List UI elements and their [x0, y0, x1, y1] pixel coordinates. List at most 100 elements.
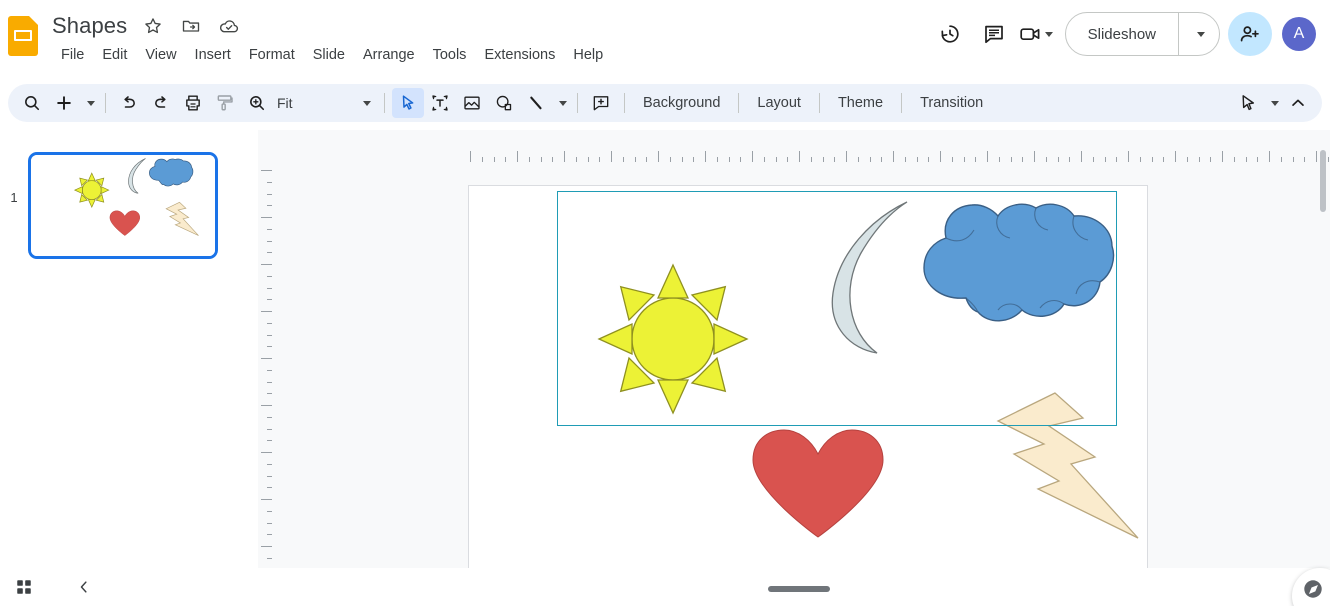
ruler-tick — [261, 217, 272, 218]
vertical-ruler[interactable] — [258, 148, 272, 606]
ruler-tick — [1092, 157, 1094, 162]
explore-button[interactable] — [1292, 568, 1330, 606]
share-button[interactable] — [1228, 12, 1272, 56]
comment-history-icon[interactable] — [972, 12, 1016, 56]
menu-arrange[interactable]: Arrange — [354, 42, 424, 68]
collapse-toolbar-icon[interactable] — [1282, 88, 1314, 118]
grid-view-icon[interactable] — [8, 571, 40, 603]
slideshow-options-button[interactable] — [1179, 13, 1219, 55]
zoom-level-dropdown[interactable]: Fit — [273, 88, 377, 118]
lightning-bolt-shape[interactable] — [996, 392, 1141, 540]
slide-thumbnail-1[interactable] — [28, 152, 218, 259]
transition-button[interactable]: Transition — [909, 88, 994, 118]
add-comment-icon[interactable] — [585, 88, 617, 118]
menu-extensions[interactable]: Extensions — [475, 42, 564, 68]
ruler-tick — [810, 157, 812, 162]
paint-format-icon[interactable] — [209, 88, 241, 118]
meet-caret-icon — [1044, 31, 1053, 37]
zoom-icon[interactable] — [241, 88, 273, 118]
ruler-tick — [1327, 157, 1329, 162]
line-icon[interactable] — [520, 88, 552, 118]
ruler-tick — [658, 151, 659, 162]
slides-app: Shapes File Edit View Insert Format Slid… — [0, 0, 1330, 606]
ruler-tick — [1292, 157, 1294, 162]
version-history-icon[interactable] — [928, 12, 972, 56]
ruler-tick — [1139, 157, 1141, 162]
ruler-tick — [1210, 157, 1212, 162]
filmstrip-row: 1 — [0, 152, 258, 259]
ruler-tick — [481, 157, 483, 162]
ruler-tick — [267, 440, 272, 442]
slide-filmstrip: 1 — [0, 130, 258, 570]
avatar[interactable]: A — [1282, 17, 1316, 51]
ruler-tick — [1316, 151, 1317, 162]
menu-file[interactable]: File — [52, 42, 93, 68]
ruler-tick — [267, 510, 272, 512]
toolbar-divider — [384, 93, 385, 113]
collapse-filmstrip-icon[interactable] — [68, 571, 100, 603]
ruler-tick — [261, 170, 272, 171]
toolbar-divider — [624, 93, 625, 113]
menu-view[interactable]: View — [136, 42, 185, 68]
slideshow-button[interactable]: Slideshow — [1066, 13, 1178, 55]
shape-icon[interactable] — [488, 88, 520, 118]
laser-pointer-icon[interactable] — [1232, 88, 1264, 118]
ruler-tick — [1057, 157, 1059, 162]
document-title[interactable]: Shapes — [52, 13, 127, 39]
ruler-tick — [881, 157, 883, 162]
background-button[interactable]: Background — [632, 88, 731, 118]
ruler-tick — [1163, 157, 1165, 162]
ruler-tick — [611, 151, 612, 162]
ruler-tick — [1257, 157, 1259, 162]
heart-shape[interactable] — [752, 429, 884, 539]
cloud-saved-icon[interactable] — [217, 14, 241, 38]
sun-shape[interactable] — [597, 263, 749, 415]
cloud-shape[interactable] — [920, 200, 1118, 334]
ruler-tick — [564, 151, 565, 162]
line-caret-icon[interactable] — [552, 88, 570, 118]
ruler-tick — [493, 157, 495, 162]
ruler-tick — [267, 557, 272, 559]
horizontal-ruler[interactable] — [258, 148, 1330, 162]
ruler-tick — [987, 151, 988, 162]
horizontal-scrollbar-thumb[interactable] — [768, 586, 830, 592]
undo-icon[interactable] — [113, 88, 145, 118]
ruler-tick — [517, 151, 518, 162]
ruler-tick — [599, 157, 601, 162]
ruler-tick — [728, 157, 730, 162]
vertical-scrollbar-thumb[interactable] — [1320, 150, 1326, 212]
ruler-tick — [869, 157, 871, 162]
meet-call-button[interactable] — [1016, 12, 1055, 56]
search-icon[interactable] — [16, 88, 48, 118]
menu-help[interactable]: Help — [564, 42, 612, 68]
ruler-tick — [787, 157, 789, 162]
ruler-tick — [716, 157, 718, 162]
menu-insert[interactable]: Insert — [186, 42, 240, 68]
slides-app-logo — [8, 16, 38, 56]
ruler-tick — [267, 487, 272, 489]
star-icon[interactable] — [141, 14, 165, 38]
menu-tools[interactable]: Tools — [424, 42, 476, 68]
menu-edit[interactable]: Edit — [93, 42, 136, 68]
canvas-area[interactable] — [258, 130, 1330, 606]
redo-icon[interactable] — [145, 88, 177, 118]
meet-camera-icon — [1018, 22, 1042, 46]
ruler-tick — [1198, 157, 1200, 162]
laser-caret-icon[interactable] — [1264, 88, 1282, 118]
menu-format[interactable]: Format — [240, 42, 304, 68]
menu-slide[interactable]: Slide — [304, 42, 354, 68]
print-icon[interactable] — [177, 88, 209, 118]
text-box-icon[interactable] — [424, 88, 456, 118]
ruler-tick — [646, 157, 648, 162]
slide-canvas[interactable] — [468, 185, 1148, 606]
ruler-tick — [267, 205, 272, 207]
moon-shape[interactable] — [825, 201, 909, 355]
move-to-folder-icon[interactable] — [179, 14, 203, 38]
new-slide-caret-icon[interactable] — [80, 88, 98, 118]
select-tool-icon[interactable] — [392, 88, 424, 118]
ruler-tick — [261, 311, 272, 312]
insert-image-icon[interactable] — [456, 88, 488, 118]
new-slide-icon[interactable] — [48, 88, 80, 118]
theme-button[interactable]: Theme — [827, 88, 894, 118]
layout-button[interactable]: Layout — [746, 88, 812, 118]
